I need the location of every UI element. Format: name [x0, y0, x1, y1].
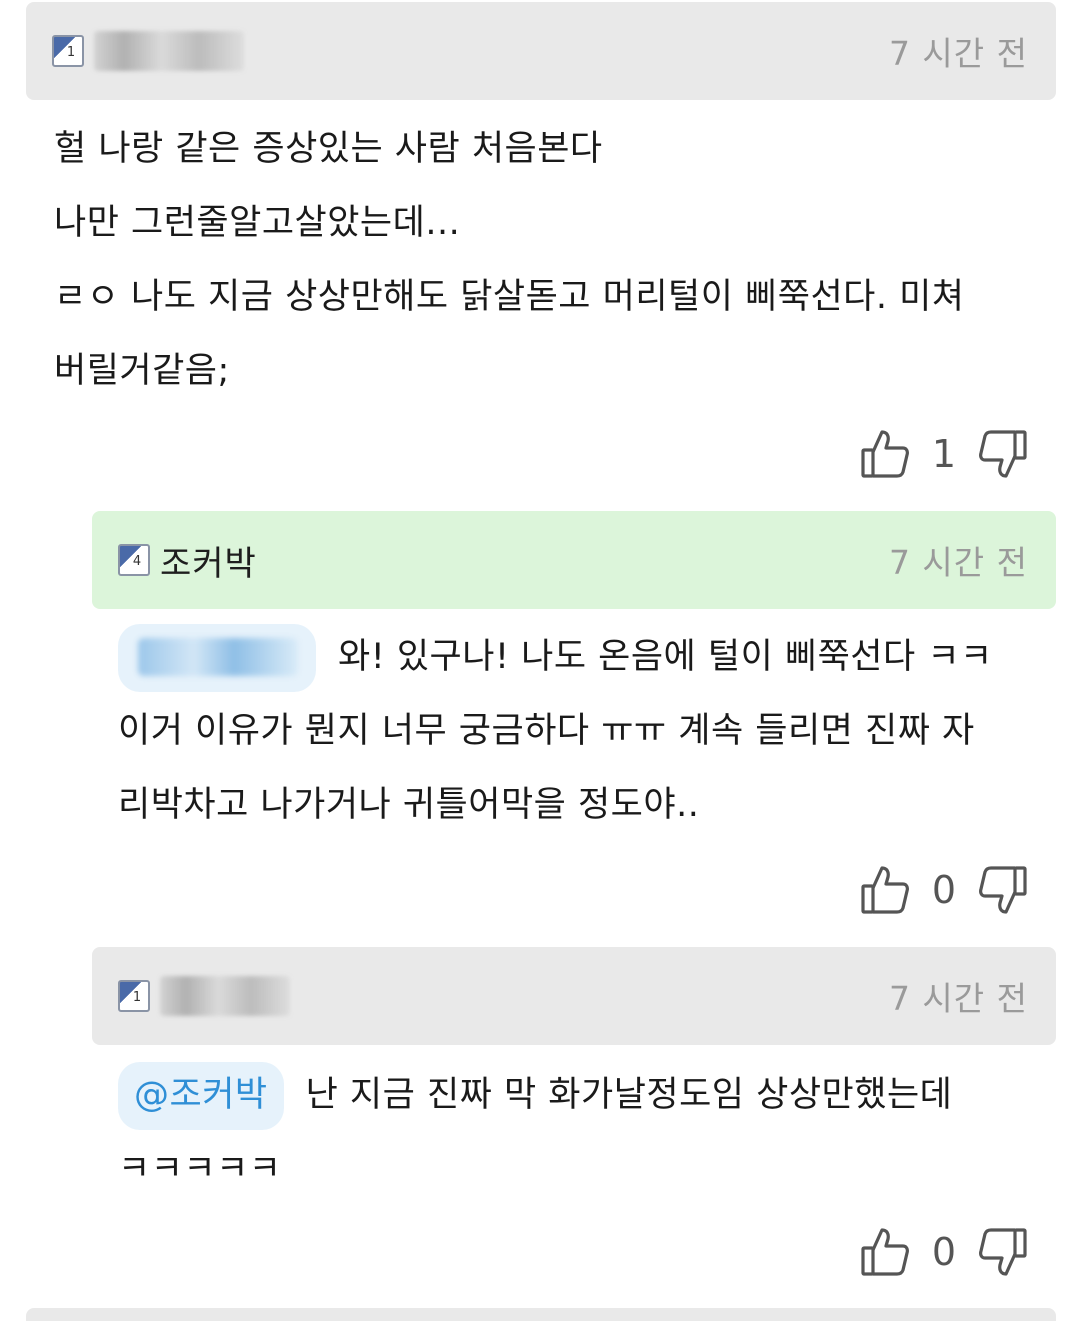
reply-body: 와! 있구나! 나도 온음에 털이 삐쭉선다 ㅋㅋ 이거 이유가 뭔지 너무 궁… [118, 620, 993, 842]
comment-timestamp: 7 시간 전 [888, 543, 1028, 582]
author-name-redacted [160, 976, 290, 1016]
thumbs-down-icon[interactable] [978, 864, 1028, 916]
comment-line: 이거 이유가 뭔지 너무 궁금하다 ㅠㅠ 계속 들리면 진짜 자 [118, 711, 975, 751]
comment-timestamp: 7 시간 전 [888, 34, 1028, 73]
user-level-icon: 4 [118, 544, 150, 576]
thumbs-up-icon[interactable] [860, 864, 910, 916]
thumbs-up-icon[interactable] [860, 428, 910, 480]
like-count: 0 [931, 868, 956, 912]
comment-actions: 0 [860, 1226, 1028, 1278]
comment-actions: 0 [860, 864, 1028, 916]
comment-text: 난 지금 진짜 막 화가날정도임 상상만했는데 [305, 1075, 953, 1115]
comment-author[interactable]: 4 조커박 [118, 536, 257, 585]
thumbs-up-icon[interactable] [860, 1226, 910, 1278]
like-count: 1 [931, 432, 956, 476]
thumbs-down-icon[interactable] [978, 428, 1028, 480]
comment-author[interactable]: 1 [52, 31, 244, 71]
comment-actions: 1 [860, 428, 1028, 480]
comment-line: 와! 있구나! 나도 온음에 털이 삐쭉선다 ㅋㅋ [118, 620, 993, 694]
author-name-redacted [94, 31, 244, 71]
comment-text: 와! 있구나! 나도 온음에 털이 삐쭉선다 ㅋㅋ [338, 637, 993, 677]
comment-header: 1 7 시간 전 [26, 2, 1056, 100]
next-comment-header [26, 1308, 1056, 1321]
author-name: 조커박 [160, 543, 257, 584]
reply-header: 4 조커박 7 시간 전 [92, 511, 1056, 609]
comment-line: 버릴거같음; [54, 351, 230, 391]
comment-body: 헐 나랑 같은 증상있는 사람 처음본다 나만 그런줄알고살았는데... ㄹㅇ … [54, 112, 965, 408]
comment-line: 리박차고 나가거나 귀틀어막을 정도야.. [118, 785, 700, 825]
mention-tag[interactable] [118, 624, 316, 692]
like-count: 0 [931, 1230, 956, 1274]
comment-line: 나만 그런줄알고살았는데... [54, 203, 461, 243]
mention-tag[interactable]: @조커박 [118, 1062, 284, 1130]
comment-line: ㄹㅇ 나도 지금 상상만해도 닭살돋고 머리털이 삐쭉선다. 미쳐 [54, 277, 965, 317]
comment-line: 헐 나랑 같은 증상있는 사람 처음본다 [54, 129, 603, 169]
user-level-icon: 1 [52, 35, 84, 67]
user-level-icon: 1 [118, 980, 150, 1012]
reply-body: @조커박 난 지금 진짜 막 화가날정도임 상상만했는데 ㅋㅋㅋㅋㅋ [118, 1058, 952, 1206]
thumbs-down-icon[interactable] [978, 1226, 1028, 1278]
reply-header: 1 7 시간 전 [92, 947, 1056, 1045]
comment-line: @조커박 난 지금 진짜 막 화가날정도임 상상만했는데 [118, 1058, 952, 1132]
comment-author[interactable]: 1 [118, 976, 290, 1016]
comment-timestamp: 7 시간 전 [888, 979, 1028, 1018]
comment-line: ㅋㅋㅋㅋㅋ [118, 1149, 282, 1189]
